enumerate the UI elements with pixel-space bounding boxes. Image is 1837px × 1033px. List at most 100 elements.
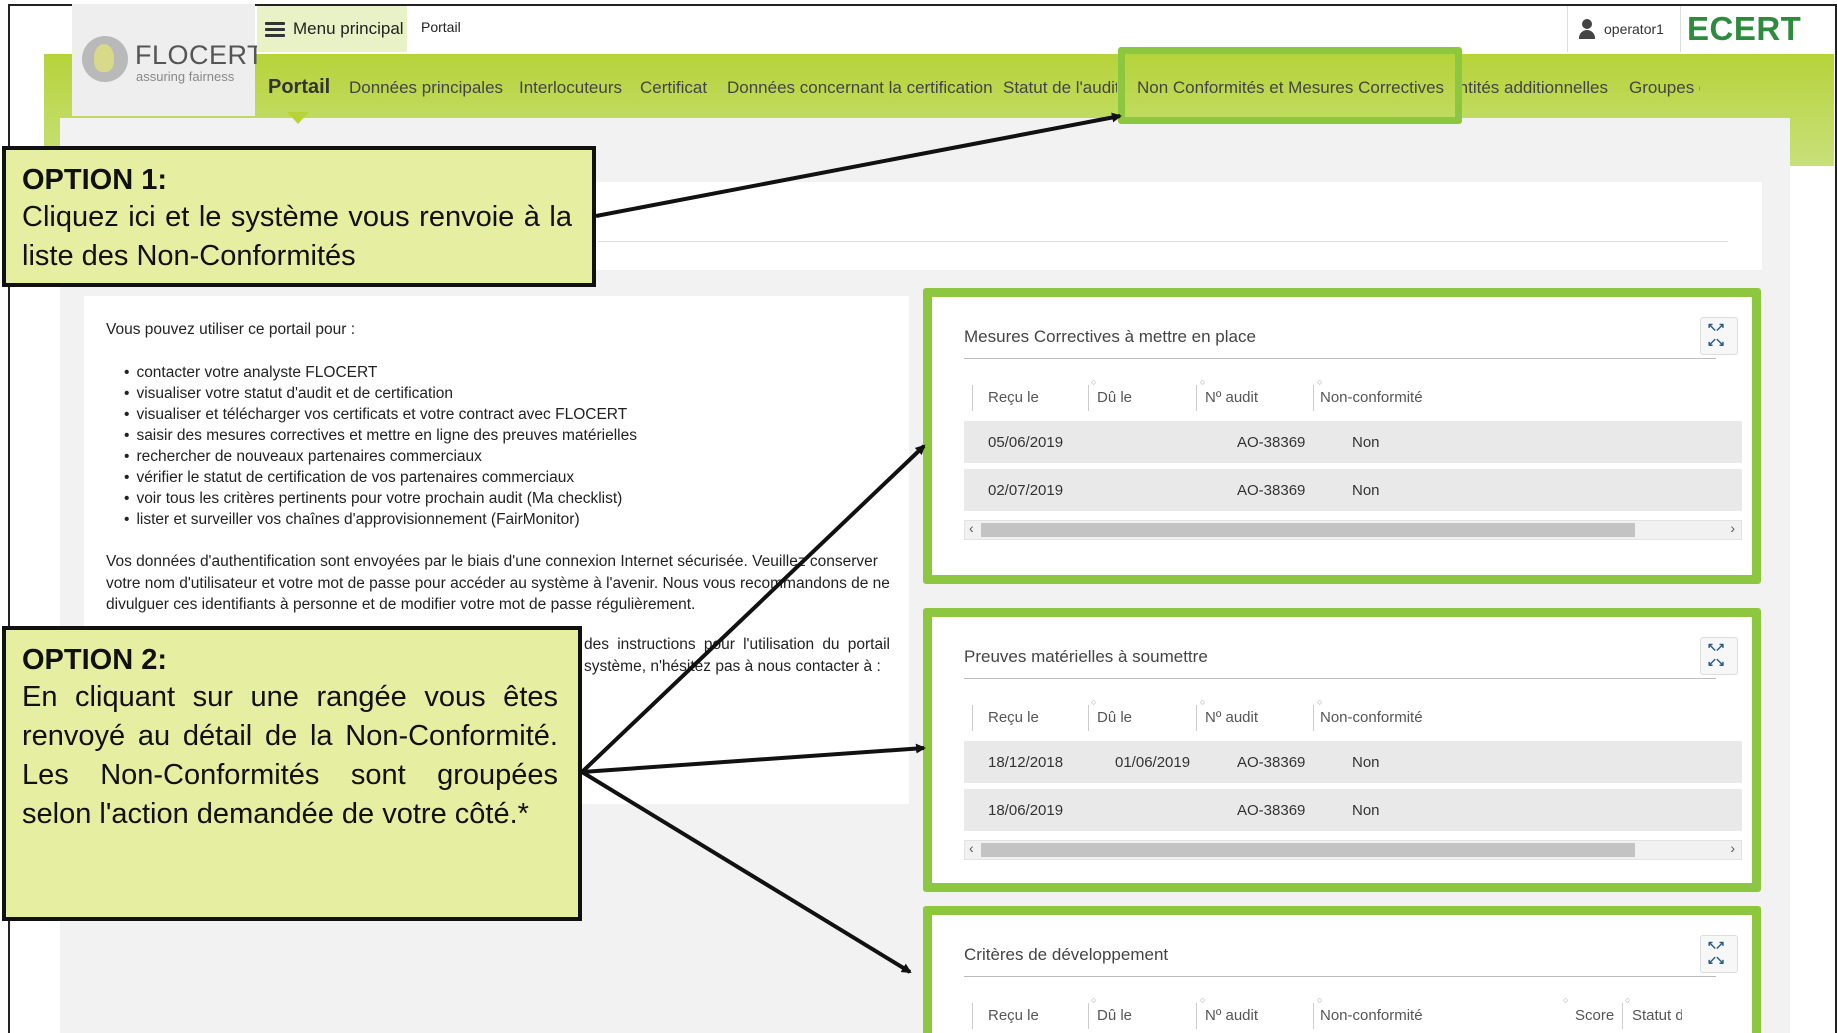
- sort-icon[interactable]: ○: [1091, 377, 1096, 387]
- tab-groupes[interactable]: Groupes d: [1629, 78, 1700, 98]
- column-separator: [1196, 385, 1197, 411]
- cell-audit: AO-38369: [1237, 482, 1306, 499]
- contact-paragraph: des instructions pour l'utilisation du p…: [584, 636, 890, 675]
- column-header-nc[interactable]: Non-conformité: [1320, 709, 1423, 726]
- scroll-right-icon[interactable]: ›: [1730, 520, 1735, 536]
- sort-icon[interactable]: ○: [1200, 995, 1205, 1005]
- cell-nc: Non: [1352, 434, 1380, 451]
- option2-callout: OPTION 2: En cliquant sur une rangée vou…: [2, 626, 582, 921]
- scroll-right-icon[interactable]: ›: [1730, 840, 1735, 856]
- column-header-recu[interactable]: Reçu le: [988, 1007, 1039, 1024]
- hamburger-icon: [265, 21, 285, 37]
- tab-donnees-principales[interactable]: Données principales: [349, 78, 503, 98]
- panel-title: Critères de développement: [964, 945, 1169, 964]
- column-header-du[interactable]: Dû le: [1097, 389, 1132, 406]
- divider: [964, 358, 1716, 359]
- portal-intro: Vous pouvez utiliser ce portail pour :: [106, 321, 355, 338]
- column-header-audit[interactable]: Nº audit: [1205, 709, 1258, 726]
- column-header-audit[interactable]: Nº audit: [1205, 389, 1258, 406]
- column-separator: [972, 1003, 973, 1029]
- cell-nc: Non: [1352, 754, 1380, 771]
- cell-recu: 18/12/2018: [988, 754, 1064, 771]
- horizontal-scrollbar[interactable]: ‹ ›: [964, 840, 1742, 860]
- breadcrumb[interactable]: Portail: [421, 19, 461, 35]
- sort-icon[interactable]: ○: [1317, 697, 1322, 707]
- cell-audit: AO-38369: [1237, 754, 1306, 771]
- list-item: voir tous les critères pertinents pour v…: [124, 488, 637, 509]
- column-separator: [1313, 385, 1314, 411]
- nc-tab-highlight: [1118, 47, 1462, 124]
- panel-title: Preuves matérielles à soumettre: [964, 647, 1208, 666]
- option2-body: En cliquant sur une rangée vous êtes ren…: [22, 681, 558, 830]
- column-separator: [1088, 385, 1089, 411]
- column-header-du[interactable]: Dû le: [1097, 709, 1132, 726]
- horizontal-scrollbar[interactable]: ‹ ›: [964, 520, 1742, 540]
- active-tab-caret: [287, 112, 309, 124]
- cell-nc: Non: [1352, 482, 1380, 499]
- table-row[interactable]: 02/07/2019 AO-38369 Non: [964, 469, 1742, 511]
- sort-icon[interactable]: ○: [1317, 377, 1322, 387]
- column-header-du[interactable]: Dû le: [1097, 1007, 1132, 1024]
- expand-icon[interactable]: [1700, 637, 1738, 675]
- expand-icon[interactable]: [1700, 317, 1738, 355]
- panel-development-criteria: Critères de développement Reçu le ○ Dû l…: [923, 906, 1761, 1033]
- column-separator: [1088, 705, 1089, 731]
- option2-title: OPTION 2:: [22, 644, 168, 676]
- sort-icon[interactable]: ○: [1563, 995, 1568, 1005]
- scrollbar-thumb[interactable]: [981, 843, 1635, 857]
- ecert-logo: ECERT: [1687, 10, 1802, 47]
- column-separator: [1196, 1003, 1197, 1029]
- portal-features-list: contacter votre analyste FLOCERT visuali…: [124, 362, 637, 530]
- security-paragraph: Vos données d'authentification sont envo…: [106, 553, 890, 613]
- screenshot-stage: FLOCERT assuring fairness Menu principal…: [0, 0, 1837, 1033]
- tab-certificat[interactable]: Certificat: [640, 78, 707, 98]
- table-row[interactable]: 05/06/2019 AO-38369 Non: [964, 421, 1742, 463]
- panel-title: Mesures Correctives à mettre en place: [964, 327, 1256, 346]
- list-item: vérifier le statut de certification de v…: [124, 467, 637, 488]
- sort-icon[interactable]: ○: [1317, 995, 1322, 1005]
- tab-statut-audit[interactable]: Statut de l'audit: [1003, 78, 1117, 98]
- column-header-nc[interactable]: Non-conformité: [1320, 389, 1423, 406]
- table-row[interactable]: 18/12/2018 01/06/2019 AO-38369 Non: [964, 741, 1742, 783]
- cell-recu: 02/07/2019: [988, 482, 1064, 499]
- sort-icon[interactable]: ○: [1200, 697, 1205, 707]
- main-menu-button[interactable]: Menu principal: [257, 6, 407, 52]
- column-header-recu[interactable]: Reçu le: [988, 709, 1039, 726]
- user-icon: [1578, 19, 1596, 39]
- panel-corrective-measures: Mesures Correctives à mettre en place Re…: [923, 288, 1761, 584]
- info-header-band: [508, 182, 1762, 270]
- scroll-left-icon[interactable]: ‹: [969, 840, 974, 856]
- cell-nc: Non: [1352, 802, 1380, 819]
- expand-icon[interactable]: [1700, 935, 1738, 973]
- scroll-left-icon[interactable]: ‹: [969, 520, 974, 536]
- cell-recu: 18/06/2019: [988, 802, 1064, 819]
- divider: [964, 976, 1716, 977]
- list-item: contacter votre analyste FLOCERT: [124, 362, 637, 383]
- option1-body: Cliquez ici et le système vous renvoie à…: [22, 201, 572, 272]
- column-separator: [1088, 1003, 1089, 1029]
- cell-audit: AO-38369: [1237, 434, 1306, 451]
- list-item: visualiser et télécharger vos certificat…: [124, 404, 637, 425]
- sort-icon[interactable]: ○: [1091, 697, 1096, 707]
- scrollbar-thumb[interactable]: [981, 523, 1635, 537]
- column-header-nc[interactable]: Non-conformité: [1320, 1007, 1423, 1024]
- option1-title: OPTION 1:: [22, 164, 168, 196]
- column-header-recu[interactable]: Reçu le: [988, 389, 1039, 406]
- tab-portail[interactable]: Portail: [268, 76, 330, 99]
- table-row[interactable]: 18/06/2019 AO-38369 Non: [964, 789, 1742, 831]
- divider: [598, 241, 1728, 242]
- sort-icon[interactable]: ○: [1200, 377, 1205, 387]
- tab-interlocuteurs[interactable]: Interlocuteurs: [519, 78, 622, 98]
- list-item: visualiser votre statut d'audit et de ce…: [124, 383, 637, 404]
- cell-recu: 05/06/2019: [988, 434, 1064, 451]
- sort-icon[interactable]: ○: [1625, 995, 1630, 1005]
- tab-donnees-certification[interactable]: Données concernant la certification: [727, 78, 993, 98]
- list-item: saisir des mesures correctives et mettre…: [124, 425, 637, 446]
- column-header-statut[interactable]: Statut d: [1632, 1007, 1682, 1024]
- column-header-audit[interactable]: Nº audit: [1205, 1007, 1258, 1024]
- user-menu[interactable]: operator1: [1567, 6, 1681, 52]
- list-item: rechercher de nouveaux partenaires comme…: [124, 446, 637, 467]
- tab-entites-additionnelles[interactable]: Entités additionnelles: [1462, 78, 1608, 98]
- column-header-score[interactable]: Score: [1575, 1007, 1614, 1024]
- sort-icon[interactable]: ○: [1091, 995, 1096, 1005]
